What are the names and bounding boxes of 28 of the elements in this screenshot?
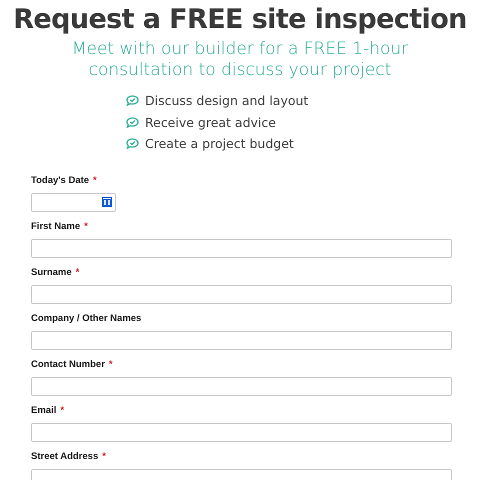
- benefit-text: Discuss design and layout: [145, 93, 308, 108]
- required-mark: *: [93, 175, 97, 186]
- field-label: Company / Other Names: [31, 313, 142, 324]
- benefit-text: Create a project budget: [145, 136, 294, 152]
- required-mark: *: [84, 221, 88, 232]
- page-subtitle: Meet with our builder for a FREE 1-hour consultation to discuss your project: [70, 39, 410, 81]
- required-mark: *: [102, 451, 106, 462]
- benefit-text: Receive great advice: [145, 114, 276, 130]
- page-title: Request a FREE site inspection: [12, 4, 468, 35]
- field-label: Contact Number: [31, 359, 105, 370]
- required-mark: *: [76, 267, 80, 278]
- field-label: Surname: [31, 267, 72, 278]
- calendar-icon[interactable]: [102, 197, 112, 207]
- date-field[interactable]: [31, 192, 116, 212]
- field-label: Today's Date: [31, 175, 90, 186]
- required-mark: *: [60, 405, 64, 416]
- input-field[interactable]: [31, 330, 452, 350]
- field-label: Email: [31, 405, 56, 416]
- chat-check-icon: [126, 95, 139, 106]
- input-field[interactable]: [31, 376, 452, 396]
- input-field[interactable]: [31, 422, 452, 442]
- field-label: Street Address: [31, 451, 98, 462]
- input-field[interactable]: [31, 238, 452, 258]
- required-mark: *: [108, 359, 113, 370]
- field-label: First Name: [31, 221, 80, 232]
- input-field[interactable]: [31, 284, 452, 304]
- chat-check-icon: [126, 138, 139, 150]
- chat-check-icon: [126, 116, 139, 128]
